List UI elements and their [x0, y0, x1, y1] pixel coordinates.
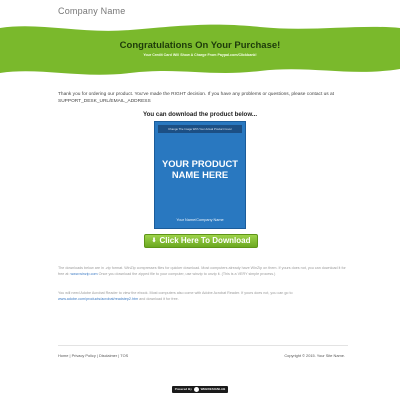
- winzip-note: The downloads below are in .zip format. …: [58, 266, 346, 278]
- product-cover-top-text: Change The Image With Your Actual Produc…: [158, 125, 242, 133]
- powered-by-brand: WEBDESIGNLAB: [200, 387, 226, 391]
- footer-divider: [58, 345, 348, 346]
- footer-nav: Home | Privacy Policy | Disclaimer | TOS: [58, 353, 128, 358]
- footer-link-home[interactable]: Home: [58, 353, 68, 358]
- download-heading: You can download the product below...: [142, 111, 258, 118]
- hero-subtitle: Your Credit Card Will Show A Charge From…: [143, 53, 257, 57]
- acrobat-link[interactable]: www.adobe.com/products/acrobat/readstep2…: [58, 297, 138, 301]
- hero-wave-background: [0, 24, 400, 75]
- hero-title: Congratulations On Your Purchase!: [119, 40, 281, 51]
- download-button-label: Click Here To Download: [159, 236, 251, 245]
- acrobat-note-text: You will need Adobe Acrobat Reader to vi…: [58, 291, 293, 295]
- acrobat-note: You will need Adobe Acrobat Reader to vi…: [58, 291, 346, 303]
- hero-banner: [0, 22, 400, 82]
- winzip-note-text-end: Once you download the zipped file to you…: [97, 271, 276, 276]
- footer-link-tos[interactable]: TOS: [120, 353, 128, 358]
- product-cover-name: YOUR PRODUCT NAME HERE: [155, 158, 245, 180]
- winzip-link[interactable]: www.winzip.com: [71, 272, 98, 276]
- powered-by-badge[interactable]: Powered By WEBDESIGNLAB: [172, 386, 228, 393]
- acrobat-note-text-end: and download it for free.: [138, 296, 179, 301]
- brand-logo-icon: [193, 386, 199, 392]
- product-name-line2: NAME HERE: [171, 169, 229, 180]
- product-name-line1: YOUR PRODUCT: [161, 158, 239, 169]
- download-icon: ⬇: [151, 238, 157, 244]
- footer-link-disclaimer[interactable]: Disclaimer: [99, 353, 117, 358]
- company-logo[interactable]: Company Name: [58, 6, 125, 16]
- product-cover-author: Your Name/Company Name: [176, 218, 224, 222]
- powered-by-label: Powered By: [174, 387, 192, 391]
- footer-link-privacy[interactable]: Privacy Policy: [72, 353, 96, 358]
- intro-paragraph: Thank you for ordering our product. You'…: [58, 92, 335, 104]
- top-bar: Company Name: [0, 0, 400, 22]
- product-cover-image: Change The Image With Your Actual Produc…: [154, 121, 246, 229]
- copyright-text: Copyright © 2015. Your Site Name.: [284, 353, 345, 358]
- download-button[interactable]: ⬇ Click Here To Download: [144, 234, 258, 248]
